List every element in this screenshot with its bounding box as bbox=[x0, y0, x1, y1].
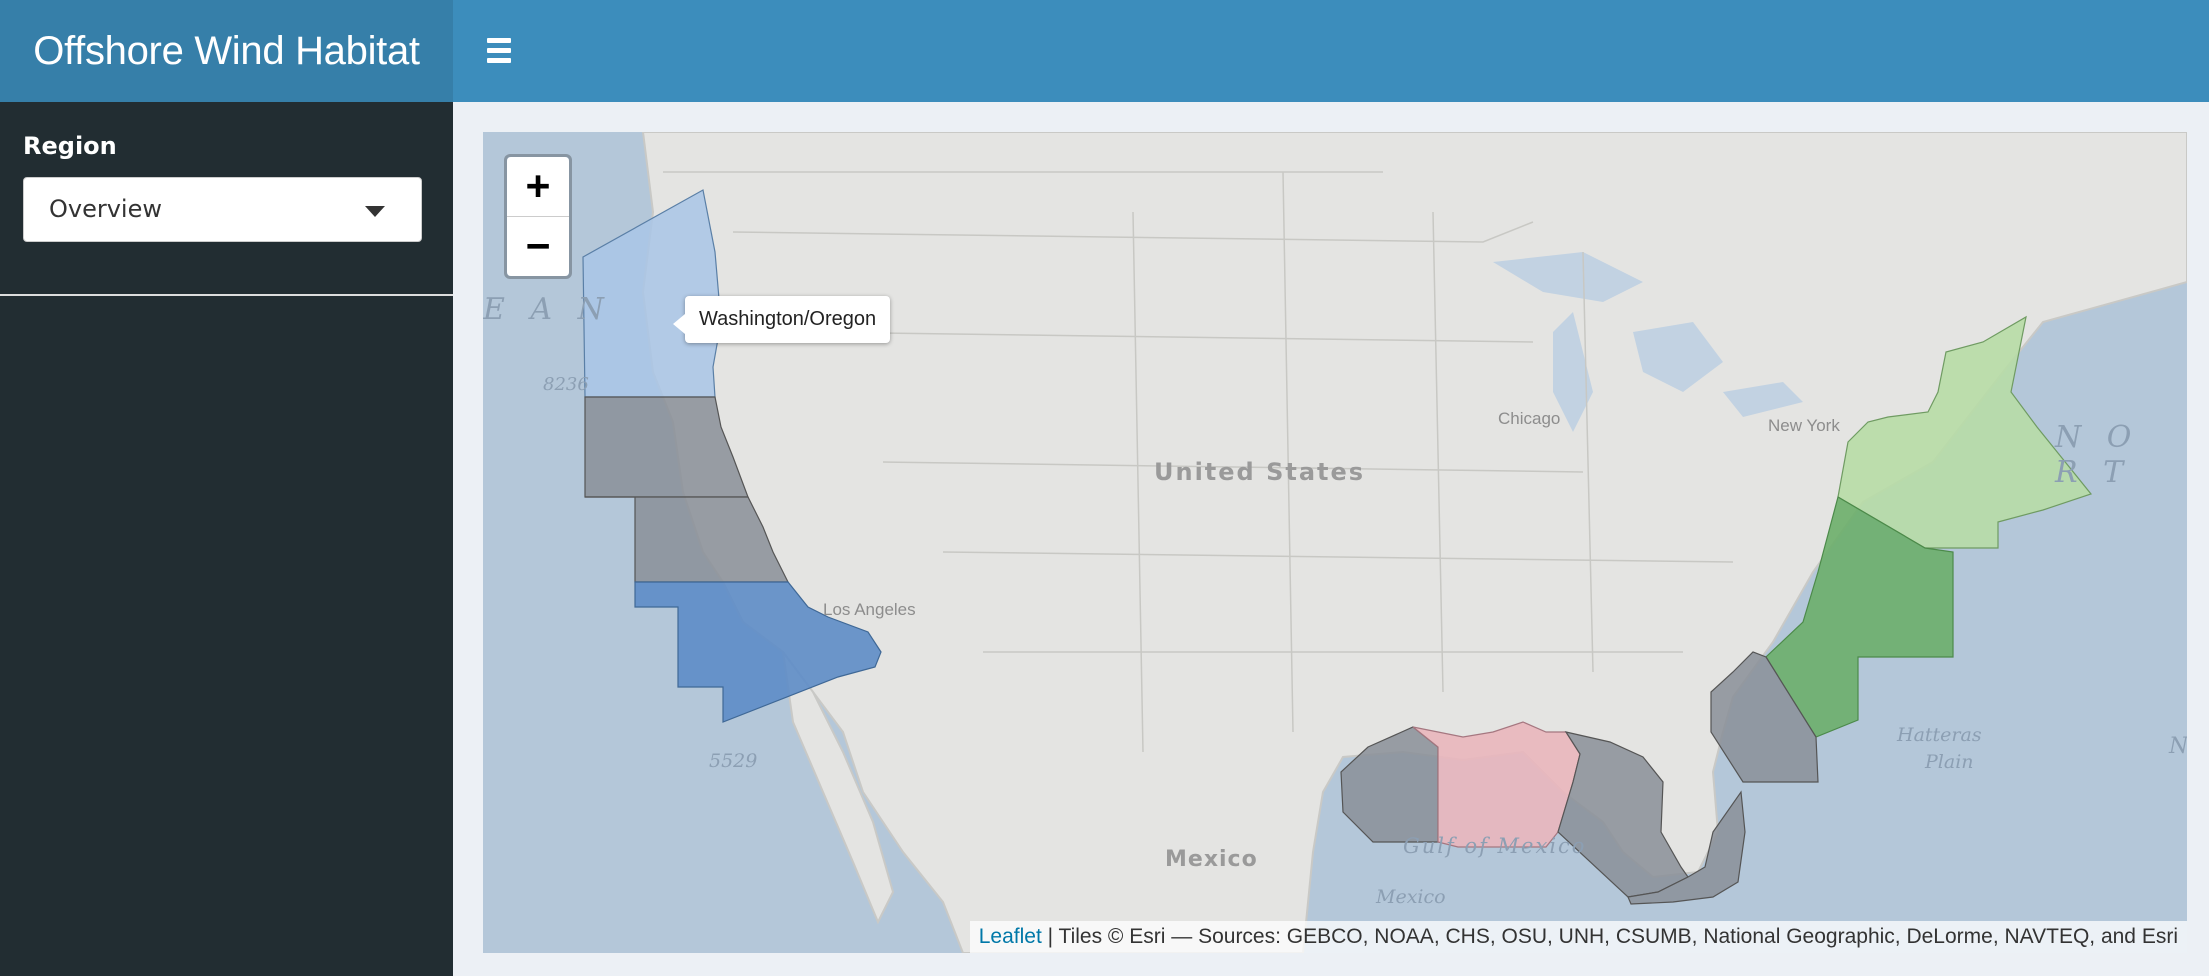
chevron-down-icon bbox=[365, 206, 385, 217]
label-depth-1: 8236 bbox=[543, 374, 589, 395]
region-central-gulf[interactable] bbox=[1412, 721, 1581, 848]
zoom-in-button[interactable]: + bbox=[507, 157, 569, 217]
label-depth-2: 5529 bbox=[709, 750, 758, 772]
sidebar: Region Overview bbox=[0, 102, 453, 976]
region-tooltip: Washington/Oregon bbox=[672, 296, 891, 343]
label-mexico: Mexico bbox=[1165, 847, 1258, 872]
main-content: United States Mexico Chicago New York Lo… bbox=[453, 102, 2209, 976]
hamburger-icon[interactable] bbox=[473, 30, 523, 72]
region-label: Region bbox=[23, 132, 117, 160]
label-ocean-right: N O R T bbox=[2055, 420, 2140, 490]
map-attribution: Leaflet | Tiles © Esri — Sources: GEBCO,… bbox=[969, 921, 2187, 953]
label-ocean-right-n: N bbox=[2169, 734, 2187, 759]
map-canvas bbox=[483, 132, 2187, 953]
app-title[interactable]: Offshore Wind Habitat bbox=[0, 0, 453, 102]
label-gulf-sub: Mexico bbox=[1376, 886, 1446, 908]
label-chicago: Chicago bbox=[1498, 409, 1561, 428]
label-new-york: New York bbox=[1768, 416, 1840, 435]
leaflet-link[interactable]: Leaflet bbox=[979, 925, 1042, 948]
region-select[interactable]: Overview bbox=[23, 177, 422, 242]
zoom-control: + − bbox=[504, 154, 572, 279]
leaflet-map[interactable]: United States Mexico Chicago New York Lo… bbox=[483, 132, 2187, 953]
app-header: Offshore Wind Habitat bbox=[0, 0, 2209, 102]
sidebar-divider bbox=[0, 294, 453, 296]
label-gulf-of-mexico: Gulf of Mexico bbox=[1403, 834, 1587, 858]
label-ocean-left: E A N bbox=[483, 292, 612, 327]
label-hatteras: Hatteras bbox=[1897, 724, 1982, 746]
label-hatteras-plain: Plain bbox=[1925, 751, 1974, 773]
region-select-value: Overview bbox=[49, 195, 162, 223]
zoom-out-button[interactable]: − bbox=[507, 217, 569, 276]
top-navbar bbox=[453, 0, 2209, 102]
label-united-states: United States bbox=[1154, 458, 1366, 486]
label-los-angeles: Los Angeles bbox=[823, 600, 916, 619]
attribution-text: | Tiles © Esri — Sources: GEBCO, NOAA, C… bbox=[1041, 925, 2178, 948]
